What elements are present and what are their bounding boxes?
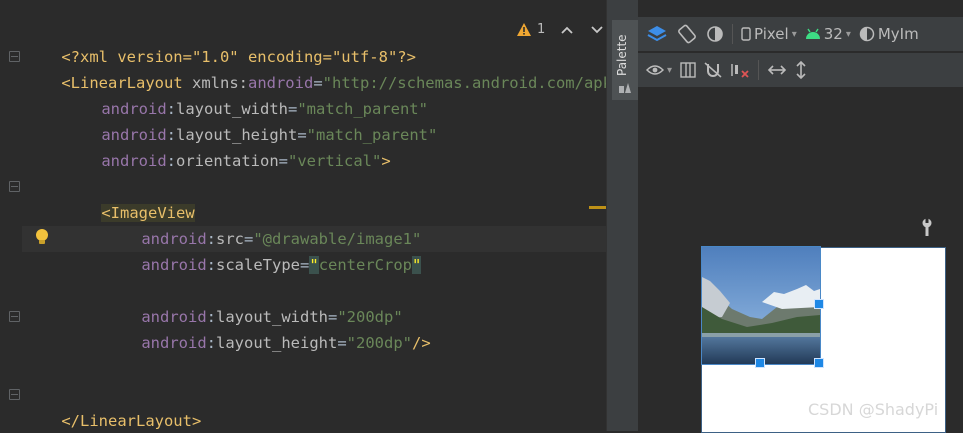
colon: : <box>206 256 216 274</box>
toolbar-separator <box>732 24 733 44</box>
view-options-button[interactable]: ▾ <box>646 64 672 76</box>
chevron-up-icon[interactable] <box>561 26 573 34</box>
lightbulb-icon[interactable] <box>34 228 50 246</box>
watermark: CSDN @ShadyPi <box>808 400 939 419</box>
chevron-down-icon[interactable] <box>591 25 603 34</box>
attr-value: centerCrop <box>318 256 413 274</box>
imageview-preview[interactable] <box>701 246 821 365</box>
code-line-4[interactable]: android:layout_height="match_parent" <box>64 96 437 144</box>
palette-label[interactable]: Palette <box>615 34 629 76</box>
fold-marker-imageview[interactable] <box>9 181 20 192</box>
vertical-resize-button[interactable] <box>795 60 807 80</box>
palette-icon <box>619 83 631 93</box>
blueprint-button[interactable] <box>680 62 696 78</box>
code-line-8[interactable]: android:src="@drawable/image1" <box>104 200 421 248</box>
colon: : <box>206 334 216 352</box>
layers-icon <box>647 26 667 42</box>
designer-toolbar-top: Pixel ▾ 32 ▾ MyIm <box>638 17 963 51</box>
tag-close: > <box>381 152 391 170</box>
android-icon <box>805 28 820 39</box>
eye-icon <box>646 65 664 75</box>
device-selector[interactable]: Pixel ▾ <box>741 25 797 43</box>
resize-handle-right[interactable] <box>814 299 824 309</box>
code-line-9[interactable]: android:scaleType="centerCrop" <box>104 226 422 274</box>
matched-quote: " <box>412 256 422 274</box>
orientation-button[interactable] <box>676 24 698 44</box>
code-line-15[interactable]: </LinearLayout> <box>24 382 201 430</box>
colon: : <box>166 152 176 170</box>
rotate-device-icon <box>678 24 696 44</box>
theme-selector[interactable]: MyIm <box>859 25 919 43</box>
code-line-3[interactable]: android:layout_width="match_parent" <box>64 70 428 118</box>
warning-count: 1 <box>537 22 546 37</box>
fold-end-linearlayout[interactable] <box>9 389 20 400</box>
resize-handle-bottom[interactable] <box>755 358 765 368</box>
night-mode-button[interactable] <box>706 25 724 43</box>
code-line-5[interactable]: android:orientation="vertical"> <box>64 122 390 170</box>
columns-icon <box>680 62 696 78</box>
theme-name: MyIm <box>877 25 919 43</box>
clear-constraints-button[interactable] <box>730 62 750 78</box>
warning-stripe-marker[interactable] <box>589 206 606 209</box>
design-surface-button[interactable] <box>646 24 668 44</box>
fold-end-imageview[interactable] <box>9 311 20 322</box>
code-line-7[interactable]: <ImageView <box>64 174 195 222</box>
attr-name: orientation <box>176 152 279 170</box>
chevron-down-icon: ▾ <box>845 28 851 40</box>
resize-handle-corner[interactable] <box>814 358 824 368</box>
vertical-arrows-icon <box>796 60 806 80</box>
fold-marker-linearlayout[interactable] <box>9 51 20 62</box>
designer-toolbar-second: ▾ <box>638 53 963 87</box>
attr-name: layout_height <box>216 334 338 352</box>
code-line-2[interactable]: <LinearLayout xmlns:android="http://sche… <box>24 44 606 92</box>
magnet-off-icon <box>704 62 722 78</box>
api-level: 32 <box>823 25 843 43</box>
theme-icon <box>859 26 875 42</box>
attr-namespace: android <box>141 256 207 274</box>
inspection-widget[interactable]: 1 <box>517 22 603 37</box>
mountain-landscape-image <box>702 247 820 364</box>
horizontal-resize-button[interactable] <box>767 64 787 76</box>
autoconnect-button[interactable] <box>704 62 722 78</box>
chevron-down-icon: ▾ <box>667 64 673 76</box>
editor-gutter <box>0 0 22 431</box>
code-line-1[interactable]: <?xml version="1.0" encoding="utf-8"?> <box>24 18 416 66</box>
phone-icon <box>741 27 751 41</box>
toolbar-separator <box>758 60 760 80</box>
attr-name: scaleType <box>216 256 300 274</box>
attr-namespace: android <box>101 152 167 170</box>
attr-value: "200dp" <box>346 334 412 352</box>
matched-quote: " <box>309 256 319 274</box>
warning-icon <box>517 23 531 36</box>
attr-namespace: android <box>141 334 207 352</box>
equals: = <box>300 256 310 274</box>
closing-tag: </LinearLayout> <box>61 412 202 430</box>
tag-close: /> <box>412 334 431 352</box>
api-level-selector[interactable]: 32 ▾ <box>805 25 851 43</box>
horizontal-arrows-icon <box>767 65 787 75</box>
device-name: Pixel <box>754 25 789 43</box>
code-line-12[interactable]: android:layout_height="200dp"/> <box>104 304 430 352</box>
attr-value: "vertical" <box>288 152 382 170</box>
theme-mode-icon <box>707 26 723 42</box>
equals: = <box>337 334 347 352</box>
chevron-down-icon: ▾ <box>791 28 797 40</box>
equals: = <box>278 152 288 170</box>
code-editor[interactable]: <?xml version="1.0" encoding="utf-8"?> <… <box>0 0 606 431</box>
palette-tool-strip: Palette <box>606 0 639 431</box>
clear-constraints-icon <box>731 64 749 78</box>
code-line-11[interactable]: android:layout_width="200dp" <box>104 278 402 326</box>
wrench-icon[interactable] <box>920 218 934 236</box>
layout-designer: Pixel ▾ 32 ▾ MyIm ▾ <box>638 0 963 433</box>
